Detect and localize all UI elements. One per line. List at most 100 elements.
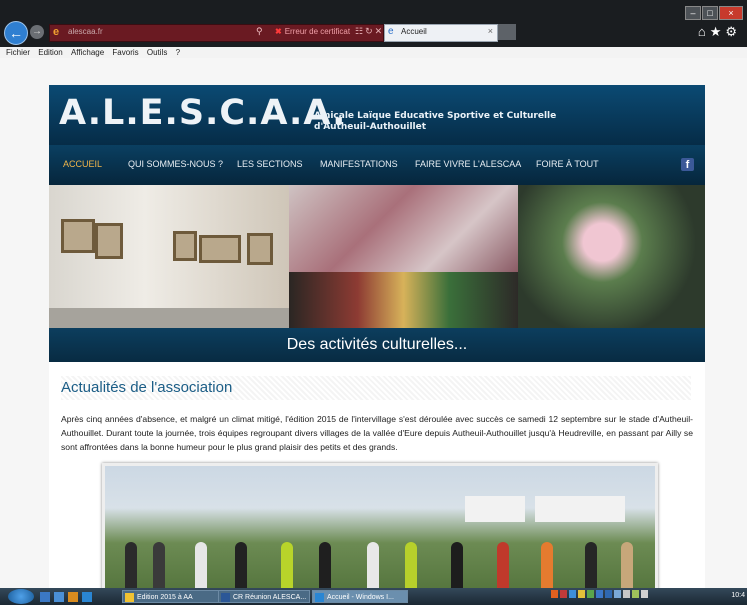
favorites-star-icon[interactable]: ★ — [710, 24, 726, 39]
tray-icon[interactable] — [632, 590, 639, 598]
address-bar[interactable]: e alescaa.fr ⚲ ✖ Erreur de certificat ☷↻✕ — [49, 24, 384, 42]
task-label: Accueil - Windows I... — [327, 594, 394, 601]
person — [281, 542, 293, 588]
tab-accueil[interactable]: e Accueil × — [384, 24, 498, 42]
tray-icon[interactable] — [578, 590, 585, 598]
tray-icon[interactable] — [614, 590, 621, 598]
person — [319, 542, 331, 588]
tray-icon[interactable] — [551, 590, 558, 598]
gallery-floor — [49, 308, 289, 328]
folder-icon — [125, 593, 134, 602]
menu-favoris[interactable]: Favoris — [112, 47, 138, 58]
task-edition-2015[interactable]: Edition 2015 à AA — [122, 590, 222, 603]
page-viewport[interactable]: A.L.E.S.C.A.A. Amicale Laïque Educative … — [0, 58, 747, 588]
nav-qui-sommes-nous[interactable]: QUI SOMMES-NOUS ? — [128, 159, 223, 169]
tray-icon[interactable] — [569, 590, 576, 598]
person — [405, 542, 417, 588]
person — [195, 542, 207, 588]
back-button[interactable]: ← — [4, 21, 28, 45]
nav-manifestations[interactable]: MANIFESTATIONS — [320, 159, 398, 169]
facebook-icon[interactable]: f — [681, 158, 694, 171]
banner-photo-gallery — [49, 185, 289, 328]
new-tab-button[interactable] — [498, 24, 516, 40]
quicklaunch-icon[interactable] — [68, 592, 78, 602]
site-header: A.L.E.S.C.A.A. Amicale Laïque Educative … — [49, 85, 705, 145]
person — [235, 542, 247, 588]
error-icon: ✖ — [275, 27, 282, 36]
forward-button[interactable]: → — [30, 25, 44, 39]
banner-slideshow — [49, 185, 705, 328]
nav-faire-vivre[interactable]: FAIRE VIVRE L'ALESCAA — [415, 159, 521, 169]
article-photo-tug-of-war[interactable] — [102, 463, 658, 588]
tray-icon[interactable] — [596, 590, 603, 598]
home-icon[interactable]: ⌂ — [698, 24, 710, 39]
task-cr-reunion[interactable]: CR Réunion ALESCA... — [218, 590, 310, 603]
person — [367, 542, 379, 588]
quicklaunch-icon[interactable] — [54, 592, 64, 602]
menu-affichage[interactable]: Affichage — [71, 47, 104, 58]
person — [621, 542, 633, 588]
volume-icon[interactable] — [641, 590, 648, 598]
windows-taskbar: Edition 2015 à AA CR Réunion ALESCA... A… — [0, 588, 747, 605]
certificate-error-label: Erreur de certificat — [284, 27, 351, 36]
gear-icon[interactable]: ⚙ — [725, 24, 741, 39]
task-accueil-ie[interactable]: Accueil - Windows I... — [312, 590, 408, 603]
painting-frame — [173, 231, 197, 261]
search-icon[interactable]: ⚲ — [256, 26, 263, 37]
main-nav: ACCUEIL QUI SOMMES-NOUS ? LES SECTIONS M… — [49, 145, 705, 185]
painting-frame — [199, 235, 241, 263]
nav-les-sections[interactable]: LES SECTIONS — [237, 159, 303, 169]
browser-tools: ⌂★⚙ — [698, 24, 741, 40]
tray-icon[interactable] — [560, 590, 567, 598]
ie-page-icon: e — [53, 26, 60, 38]
person — [541, 542, 553, 588]
site-logo[interactable]: A.L.E.S.C.A.A. — [59, 93, 346, 133]
tent — [535, 496, 625, 522]
minimize-button[interactable]: – — [685, 6, 701, 20]
word-icon — [221, 593, 230, 602]
address-controls[interactable]: ☷↻✕ — [355, 26, 384, 37]
main-content: Actualités de l'association Après cinq a… — [49, 362, 705, 588]
tagline-line1: Amicale Laïque Educative Sportive et Cul… — [314, 111, 557, 121]
close-tab-icon[interactable]: × — [488, 26, 493, 36]
banner-photo-flowers — [518, 185, 705, 328]
article-text: Après cinq années d'absence, et malgré u… — [61, 414, 693, 452]
person — [585, 542, 597, 588]
tab-label: Accueil — [401, 27, 427, 36]
close-window-button[interactable]: × — [719, 6, 743, 20]
ie-tab-icon: e — [388, 26, 394, 37]
tent — [465, 496, 525, 522]
ie-icon — [315, 593, 324, 602]
site-container: A.L.E.S.C.A.A. Amicale Laïque Educative … — [49, 85, 705, 588]
tagline-line2: d'Autheuil-Authouillet — [314, 122, 427, 132]
site-tagline: Amicale Laïque Educative Sportive et Cul… — [314, 111, 556, 133]
painting-frame — [247, 233, 273, 265]
quicklaunch-icon[interactable] — [40, 592, 50, 602]
task-label: Edition 2015 à AA — [137, 594, 193, 601]
nav-accueil[interactable]: ACCUEIL — [63, 159, 102, 169]
clock[interactable]: 10:4 — [731, 592, 745, 599]
menu-edition[interactable]: Edition — [38, 47, 62, 58]
banner-caption: Des activités culturelles... — [49, 328, 705, 362]
tray-icon[interactable] — [605, 590, 612, 598]
certificate-error[interactable]: ✖ Erreur de certificat — [275, 27, 350, 36]
painting-frame — [95, 223, 123, 259]
address-url[interactable]: alescaa.fr — [68, 27, 103, 36]
maximize-button[interactable]: □ — [702, 6, 718, 20]
system-tray: 10:4 — [551, 590, 747, 603]
browser-titlebar: ← → e alescaa.fr ⚲ ✖ Erreur de certificat… — [0, 0, 747, 47]
banner-photo-puppets — [289, 272, 518, 328]
menu-help[interactable]: ? — [176, 47, 180, 58]
ie-quicklaunch-icon[interactable] — [82, 592, 92, 602]
person — [125, 542, 137, 588]
network-icon[interactable] — [623, 590, 630, 598]
tray-icon[interactable] — [587, 590, 594, 598]
menu-outils[interactable]: Outils — [147, 47, 167, 58]
section-title: Actualités de l'association — [61, 376, 691, 400]
person — [497, 542, 509, 588]
task-label: CR Réunion ALESCA... — [233, 594, 307, 601]
nav-foire-a-tout[interactable]: FOIRE À TOUT — [536, 159, 599, 169]
start-button[interactable] — [8, 589, 34, 604]
menu-fichier[interactable]: Fichier — [6, 47, 30, 58]
painting-frame — [61, 219, 95, 253]
